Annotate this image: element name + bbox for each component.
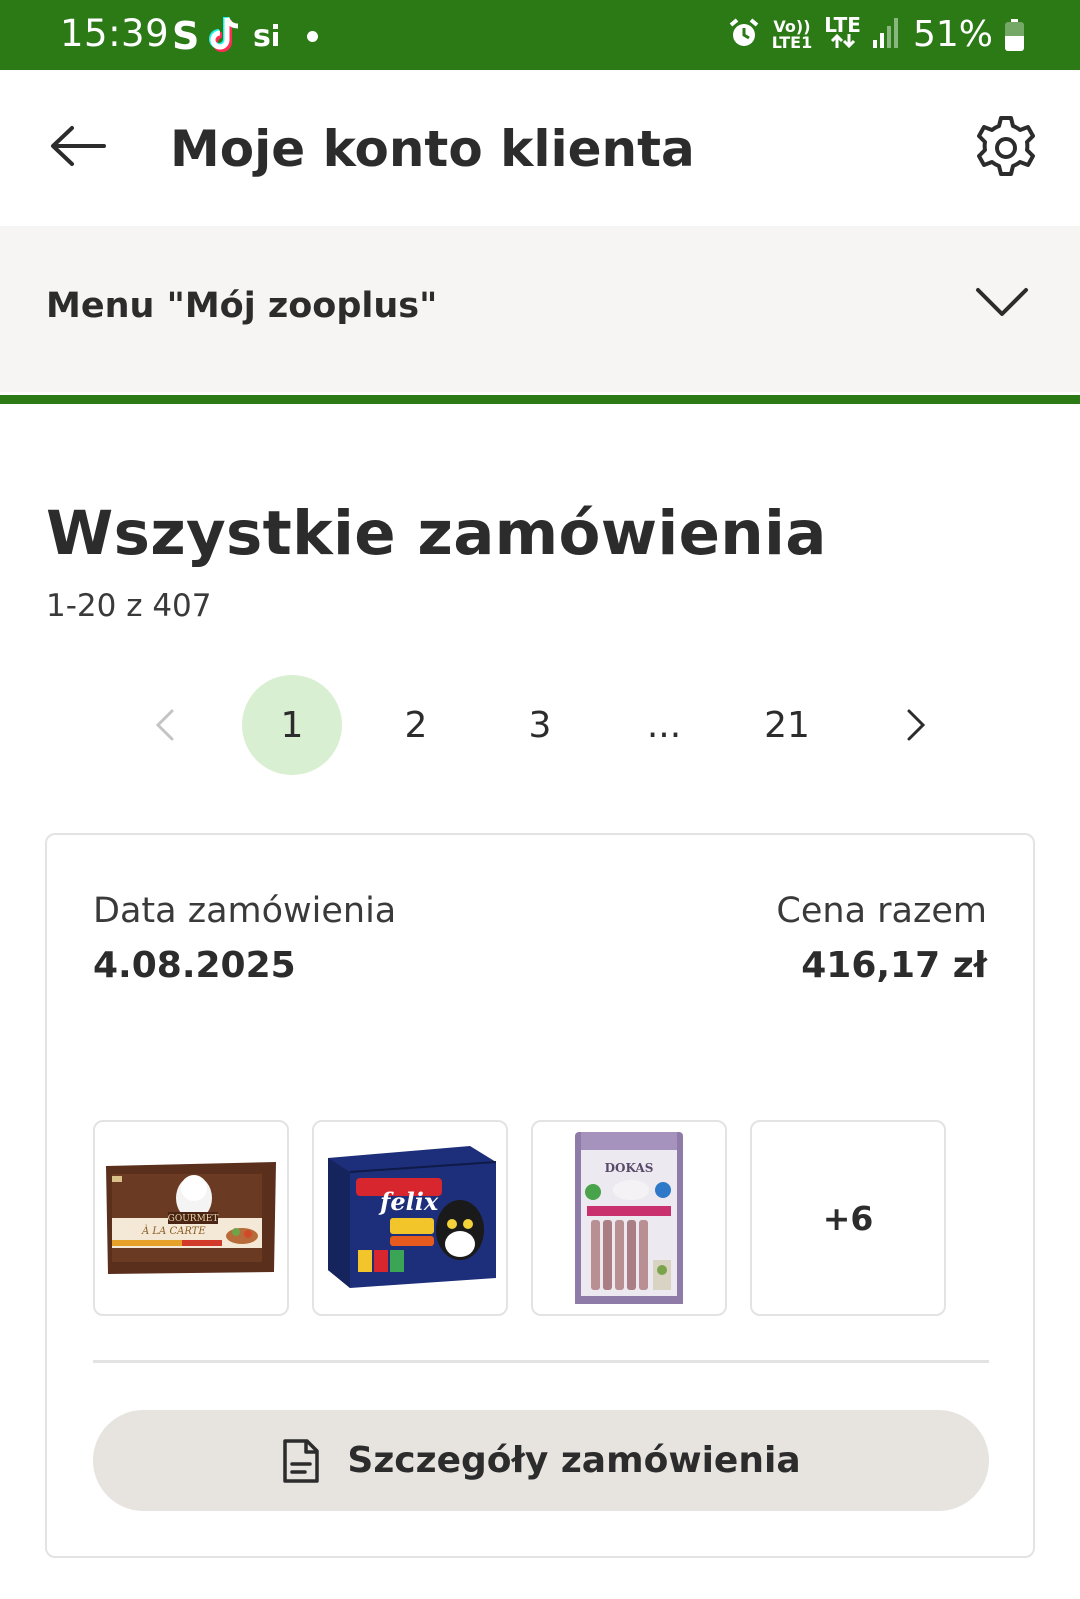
alarm-icon bbox=[728, 17, 760, 53]
gourmet-brand-text: GOURMET bbox=[168, 1214, 219, 1224]
order-details-label: Szczegóły zamówienia bbox=[347, 1440, 801, 1481]
signal-icon bbox=[872, 17, 901, 52]
document-icon bbox=[283, 1438, 320, 1483]
dokas-product-image: DOKAS bbox=[575, 1132, 683, 1304]
app-header: Moje konto klienta bbox=[0, 70, 1080, 226]
gear-icon bbox=[977, 116, 1035, 176]
order-total-value: 416,17 zł bbox=[801, 945, 987, 986]
status-right-icons: Vo)) LTE1 LTE 51% bbox=[728, 14, 1024, 55]
order-date-value: 4.08.2025 bbox=[93, 945, 296, 986]
dokas-brand-text: DOKAS bbox=[605, 1161, 654, 1175]
battery-icon bbox=[1005, 18, 1024, 51]
si-app-icon: s bbox=[253, 16, 285, 56]
more-products-count: +6 bbox=[822, 1198, 874, 1238]
volte-icon: Vo)) LTE1 bbox=[771, 18, 813, 52]
chevron-left-icon bbox=[155, 709, 174, 741]
pagination-page-3[interactable]: 3 bbox=[490, 675, 590, 775]
pagination-page-21[interactable]: 21 bbox=[737, 675, 837, 775]
page-title: Moje konto klienta bbox=[170, 120, 695, 178]
lte-icon: LTE bbox=[824, 13, 861, 52]
pagination-prev-button[interactable] bbox=[115, 675, 215, 775]
svg-text:s: s bbox=[253, 19, 271, 52]
menu-divider bbox=[0, 395, 1080, 404]
gourmet-product-image: GOURMET À LA CARTE bbox=[106, 1162, 276, 1274]
order-card: Data zamówienia 4.08.2025 Cena razem 416… bbox=[45, 833, 1035, 1558]
tiktok-icon bbox=[209, 14, 243, 58]
settings-button[interactable] bbox=[972, 114, 1040, 182]
status-left-icons: S s bbox=[172, 14, 319, 58]
pagination-next-button[interactable] bbox=[866, 675, 966, 775]
status-bar: 15:39 S s Vo)) LTE1 LTE 51% bbox=[0, 0, 1080, 70]
order-details-button[interactable]: Szczegóły zamówienia bbox=[93, 1410, 989, 1511]
more-products-tile[interactable]: +6 bbox=[750, 1120, 946, 1316]
product-thumbnail[interactable]: felix bbox=[312, 1120, 508, 1316]
arrow-left-icon bbox=[51, 126, 106, 166]
orders-heading: Wszystkie zamówienia bbox=[46, 498, 827, 569]
battery-percent: 51% bbox=[912, 14, 993, 55]
pagination-page-1[interactable]: 1 bbox=[242, 675, 342, 775]
pagination: 1 2 3 ... 21 bbox=[0, 675, 1080, 777]
orders-range: 1-20 z 407 bbox=[46, 588, 212, 624]
order-date-label: Data zamówienia bbox=[93, 891, 397, 931]
s-app-icon: S bbox=[172, 14, 200, 58]
order-total-label: Cena razem bbox=[776, 891, 987, 931]
lte-label: LTE bbox=[824, 13, 861, 37]
product-thumbnail[interactable]: GOURMET À LA CARTE bbox=[93, 1120, 289, 1316]
svg-text:À LA CARTE: À LA CARTE bbox=[141, 1225, 206, 1237]
account-menu-label: Menu "Mój zooplus" bbox=[46, 286, 438, 326]
pagination-ellipsis: ... bbox=[646, 704, 682, 746]
volte-label-bottom: LTE1 bbox=[771, 32, 813, 52]
felix-brand-text: felix bbox=[378, 1187, 439, 1216]
pagination-page-2[interactable]: 2 bbox=[366, 675, 466, 775]
account-menu-dropdown[interactable]: Menu "Mój zooplus" bbox=[0, 226, 1080, 392]
product-thumbnail[interactable]: DOKAS bbox=[531, 1120, 727, 1316]
card-divider bbox=[93, 1360, 989, 1363]
notification-dot bbox=[307, 30, 319, 42]
chevron-right-icon bbox=[907, 709, 926, 741]
status-time: 15:39 bbox=[60, 12, 170, 55]
felix-product-image: felix bbox=[328, 1146, 497, 1288]
back-button[interactable] bbox=[46, 122, 110, 170]
chevron-down-icon bbox=[976, 288, 1028, 316]
